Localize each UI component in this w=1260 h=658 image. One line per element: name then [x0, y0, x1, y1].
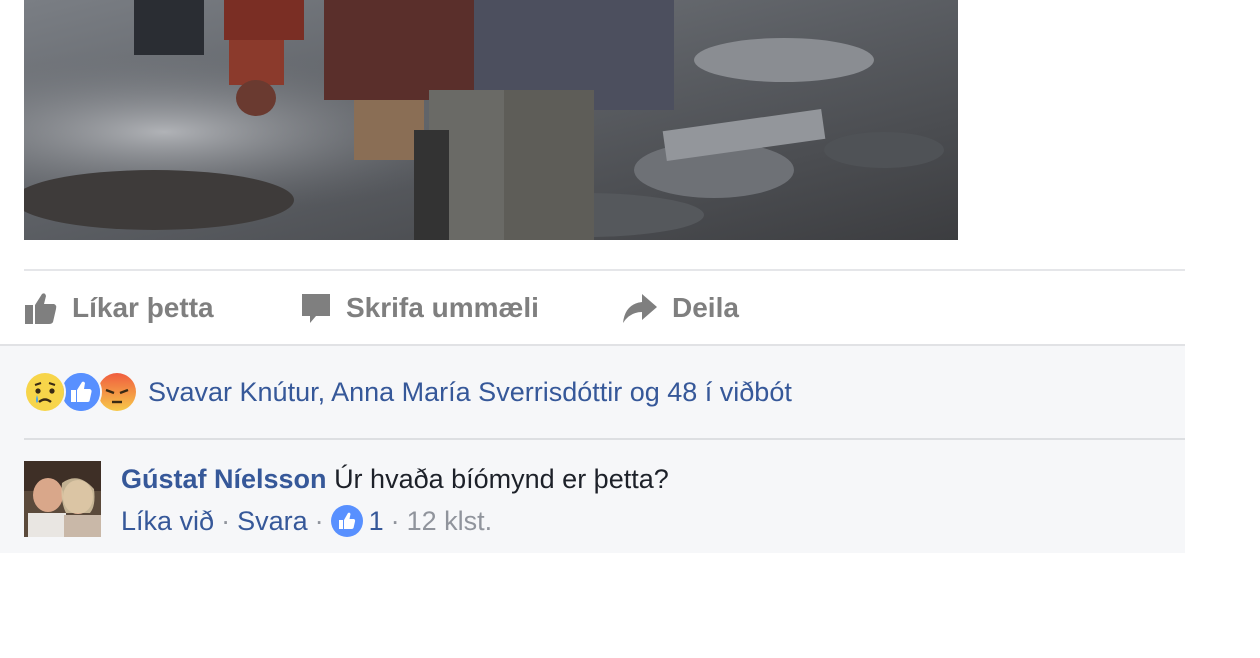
like-reaction-icon	[60, 371, 102, 413]
reaction-names-link[interactable]: Svavar Knútur, Anna María Sverrisdóttir …	[148, 377, 792, 408]
share-button[interactable]: Deila	[622, 271, 739, 344]
commenter-avatar[interactable]	[24, 461, 101, 537]
comment-meta: Líka við · Svara · 1 · 12 klst.	[121, 499, 669, 543]
comment-reply-link[interactable]: Svara	[237, 499, 308, 543]
comment-item: Gústaf Níelsson Úr hvaða bíómynd er þett…	[24, 459, 1164, 539]
share-arrow-icon	[622, 292, 658, 324]
post-photo[interactable]	[24, 0, 958, 240]
comment-button-label: Skrifa ummæli	[346, 291, 539, 323]
comment-bubble-icon	[300, 292, 332, 324]
comments-divider	[24, 438, 1185, 440]
thumbs-up-icon	[24, 291, 58, 325]
comment-body: Gústaf Níelsson Úr hvaða bíómynd er þett…	[121, 459, 669, 543]
meta-separator: ·	[314, 506, 324, 536]
comment-like-count[interactable]: 1	[369, 499, 384, 543]
comment-like-link[interactable]: Líka við	[121, 499, 214, 543]
sad-reaction-icon	[24, 371, 66, 413]
meta-separator: ·	[390, 506, 400, 536]
reaction-icons	[24, 371, 138, 413]
angry-reaction-icon	[96, 371, 138, 413]
feedback-section: Svavar Knútur, Anna María Sverrisdóttir …	[0, 344, 1185, 553]
post-action-bar: Líkar þetta Skrifa ummæli Deila	[24, 271, 1185, 344]
comment-text: Úr hvaða bíómynd er þetta?	[334, 464, 669, 494]
share-button-label: Deila	[672, 291, 739, 323]
meta-separator: ·	[221, 506, 231, 536]
like-button[interactable]: Líkar þetta	[24, 271, 214, 344]
comment-button[interactable]: Skrifa ummæli	[300, 271, 539, 344]
comment-line: Gústaf Níelsson Úr hvaða bíómynd er þett…	[121, 459, 669, 499]
comment-timestamp[interactable]: 12 klst.	[407, 499, 493, 543]
facebook-post: Líkar þetta Skrifa ummæli Deila Svavar K…	[0, 0, 1185, 553]
like-button-label: Líkar þetta	[72, 291, 214, 323]
comment-author-link[interactable]: Gústaf Níelsson	[121, 464, 327, 494]
reactions-summary[interactable]: Svavar Knútur, Anna María Sverrisdóttir …	[24, 346, 792, 438]
comment-like-count-icon[interactable]	[330, 505, 363, 537]
